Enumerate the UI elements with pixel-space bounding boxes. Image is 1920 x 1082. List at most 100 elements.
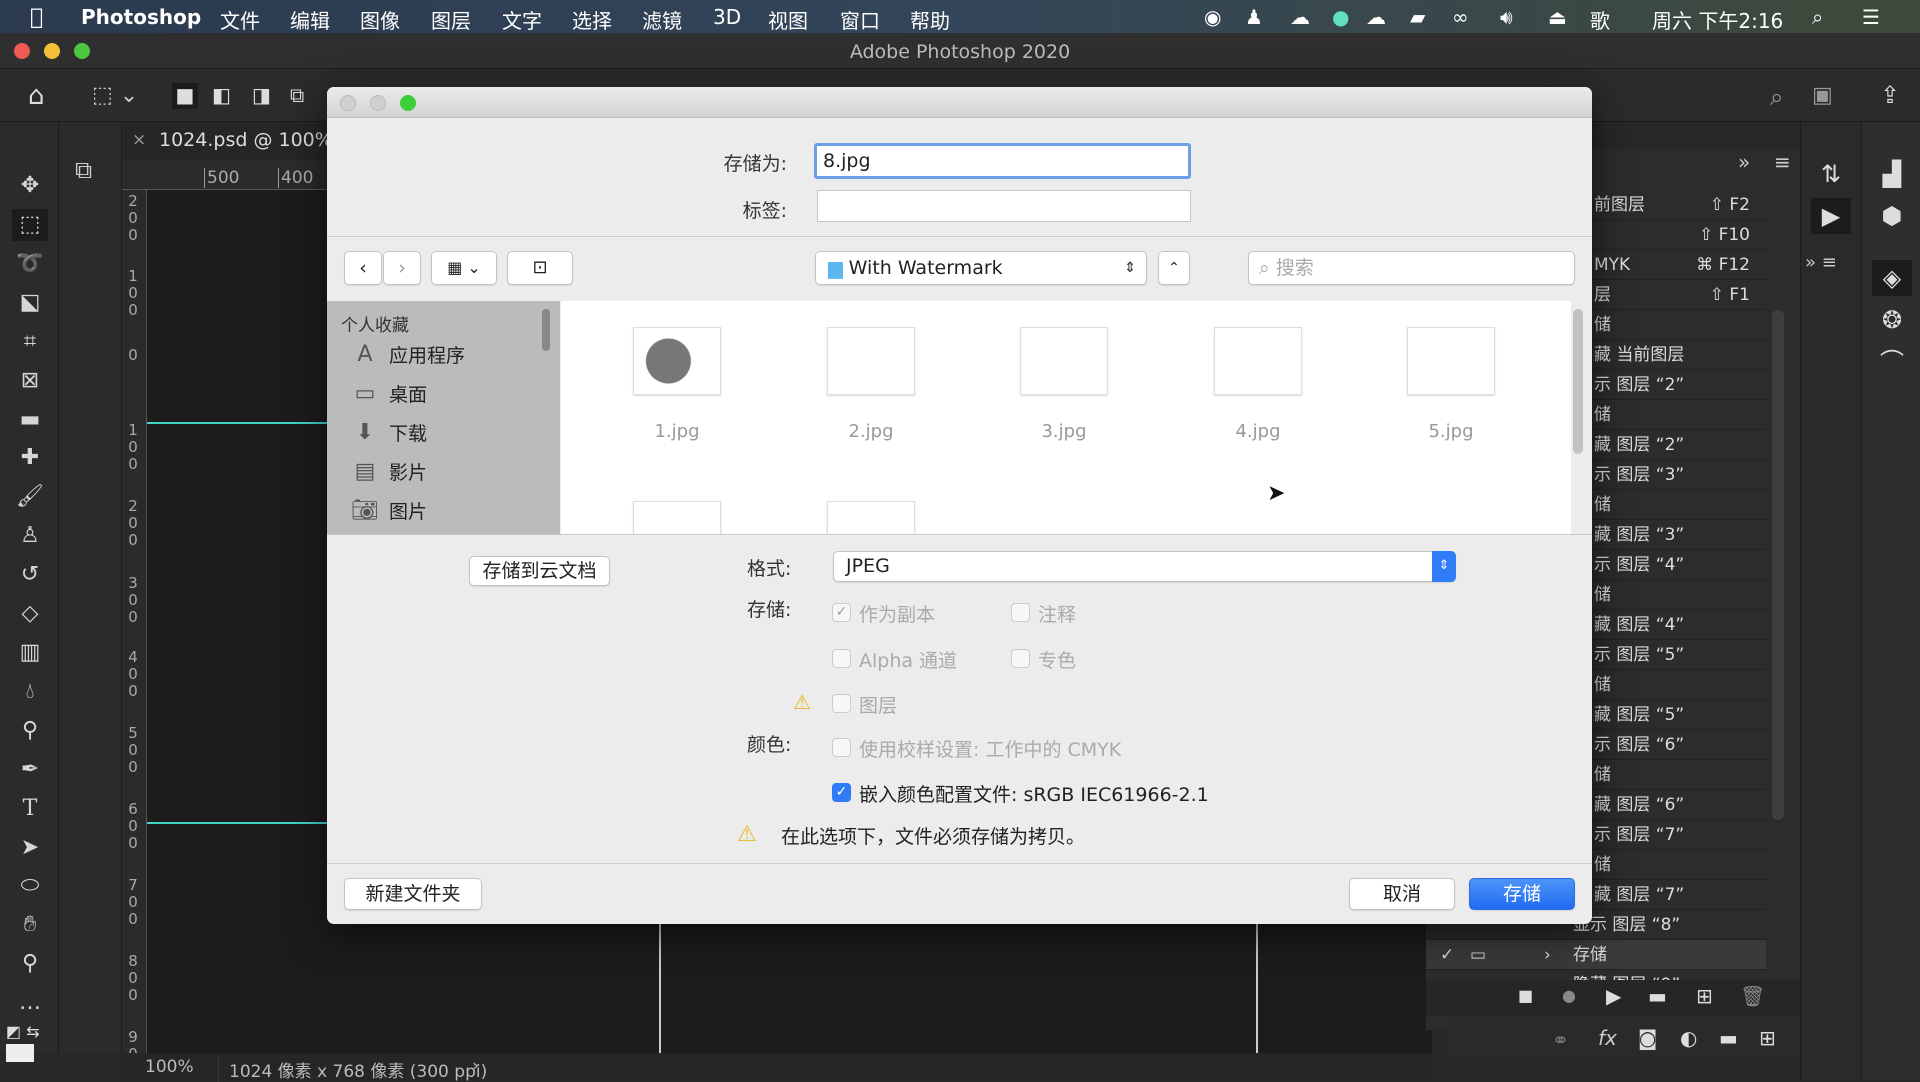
path-selection-icon[interactable]: ➤ [12,832,48,864]
menu-view[interactable]: 视图 [768,5,808,34]
toggle-check-icon[interactable]: ✓ [1440,940,1454,970]
history-brush-icon[interactable]: ↺ [12,559,48,591]
dialog-close-button[interactable] [340,95,356,111]
healing-brush-icon[interactable]: ✚ [12,442,48,474]
notification-center-icon[interactable]: ☰ [1862,5,1880,29]
menu-filter[interactable]: 滤镜 [642,5,682,34]
cancel-button[interactable]: 取消 [1349,878,1455,910]
layers-icon[interactable]: ◈ [1872,260,1912,296]
adjustment-layer-icon[interactable]: ◐ [1680,1026,1697,1050]
spotlight-icon[interactable]: ⌕ [1812,5,1823,29]
sidebar-item-applications[interactable]: A 应用程序 [351,341,465,368]
ellipse-tool-icon[interactable]: ⬭ [12,870,48,902]
eraser-tool-icon[interactable]: ◇ [12,598,48,630]
dialog-zoom-button[interactable] [400,95,416,111]
play-icon[interactable]: ▶ [1606,984,1621,1008]
ruler-tool-icon[interactable]: ▬ [12,404,48,436]
close-tab-icon[interactable]: × [132,130,146,150]
expand-chevron-icon[interactable]: › [1544,940,1551,970]
tags-input[interactable] [817,190,1191,222]
dialog-toggle-icon[interactable]: ▭ [1470,940,1486,970]
proof-setup-checkbox[interactable] [832,738,851,757]
marquee-preset-icon[interactable]: ⬚ ⌄ [92,83,138,108]
search-field[interactable]: ⌕ 搜索 [1248,251,1575,285]
menu-layer[interactable]: 图层 [431,5,471,34]
info-menu-chevron-icon[interactable]: › [472,1056,479,1076]
subtract-selection-icon[interactable]: ◨ [252,83,271,107]
paths-icon[interactable]: ⌒ [1872,344,1912,380]
clock[interactable]: 周六 下午2:16 [1652,5,1783,34]
gradient-tool-icon[interactable]: ▥ [12,637,48,669]
default-colors-icon[interactable]: ◩ ⇆ [6,1022,40,1041]
location-popup[interactable]: ▆ With Watermark ⇕ [815,251,1147,285]
file-thumbnail[interactable] [1407,327,1495,395]
input-method-icon[interactable]: 歌 [1590,5,1610,34]
layers-checkbox[interactable] [832,694,851,713]
move-tool-icon[interactable]: ✥ [12,170,48,202]
save-as-input[interactable]: 8.jpg [814,143,1191,179]
lasso-tool-icon[interactable]: ➰ [12,248,48,280]
link-layers-icon[interactable]: ⚭ [1552,1028,1569,1052]
apple-icon[interactable]:  [30,5,43,30]
new-action-icon[interactable]: ⊞ [1696,984,1713,1008]
workspace-icon[interactable]: ▣ [1812,83,1833,108]
expand-collapse-button[interactable]: ⌃ [1158,251,1190,285]
cloud-icon[interactable]: ☁ [1366,5,1386,29]
crop-tool-icon[interactable]: ⌗ [12,326,48,358]
save-to-cloud-button[interactable]: 存储到云文档 [469,556,610,586]
menu-image[interactable]: 图像 [360,5,400,34]
file-name[interactable]: 3.jpg [1004,421,1124,442]
file-thumbnail[interactable] [1214,327,1302,395]
stop-icon[interactable]: ■ [1518,986,1533,1005]
file-thumbnail[interactable] [827,327,915,395]
spot-colors-checkbox[interactable] [1011,649,1030,668]
file-thumbnail[interactable] [827,501,915,534]
new-folder-button[interactable]: 新建文件夹 [344,878,482,910]
menu-app[interactable]: Photoshop [81,5,201,29]
fx-icon[interactable]: fx [1598,1026,1617,1050]
hand-tool-icon[interactable]: ✋︎ [12,909,48,941]
add-selection-icon[interactable]: ◧ [212,83,231,107]
new-selection-icon[interactable]: ■ [172,83,198,109]
sidebar-item-movies[interactable]: ▤ 影片 [351,458,427,485]
object-selection-tool-icon[interactable]: ⬕ [12,287,48,319]
delete-icon[interactable]: 🗑︎ [1740,984,1765,1008]
save-button[interactable]: 存储 [1469,878,1575,910]
blur-tool-icon[interactable]: 💧︎ [12,676,48,708]
file-thumbnail[interactable] [633,327,721,395]
view-options-button[interactable]: ▦ ⌄ [431,251,497,285]
file-thumbnail[interactable] [1020,327,1108,395]
stamp-tool-icon[interactable]: ♙ [12,520,48,552]
intersect-selection-icon[interactable]: ⧉ [290,83,304,107]
new-folder-icon[interactable]: ⊡ [507,251,573,285]
sidebar-item-downloads[interactable]: ⬇ 下载 [351,419,427,446]
menu-select[interactable]: 选择 [572,5,612,34]
dodge-tool-icon[interactable]: ⚲ [12,715,48,747]
notes-checkbox[interactable] [1011,603,1030,622]
search-icon[interactable]: ⌕ [1770,83,1783,111]
wechat-icon[interactable]: ☁ [1290,5,1310,29]
file-thumbnail[interactable] [633,501,721,534]
file-name[interactable]: 4.jpg [1198,421,1318,442]
properties-panel-icon[interactable]: ⧉ [75,156,92,184]
history-icon[interactable]: ⇅ [1811,156,1851,192]
pen-tool-icon[interactable]: ✒ [12,754,48,786]
mask-icon[interactable]: ◙ [1638,1026,1657,1050]
file-name[interactable]: 1.jpg [617,421,737,442]
menu-help[interactable]: 帮助 [910,5,950,34]
record-icon[interactable]: ◉ [1204,5,1221,29]
new-layer-icon[interactable]: ⊞ [1759,1026,1776,1050]
qq-icon[interactable]: ♟ [1245,5,1263,29]
folder-icon[interactable]: ▬ [1648,984,1667,1008]
brush-tool-icon[interactable]: 🖌︎ [12,481,48,513]
home-icon[interactable]: ⌂ [28,81,45,111]
collapse-panel-icon[interactable]: » [1738,150,1750,174]
panel-menu-icon[interactable]: ≡ [1774,150,1791,174]
dialog-minimize-button[interactable] [370,95,386,111]
vpn-icon[interactable]: ● [1332,5,1349,29]
menu-type[interactable]: 文字 [502,5,542,34]
eject-icon[interactable]: ⏏ [1548,5,1567,29]
alpha-channels-checkbox[interactable] [832,649,851,668]
foreground-color-swatch[interactable] [6,1044,34,1062]
actions-scrollbar[interactable] [1772,310,1784,820]
